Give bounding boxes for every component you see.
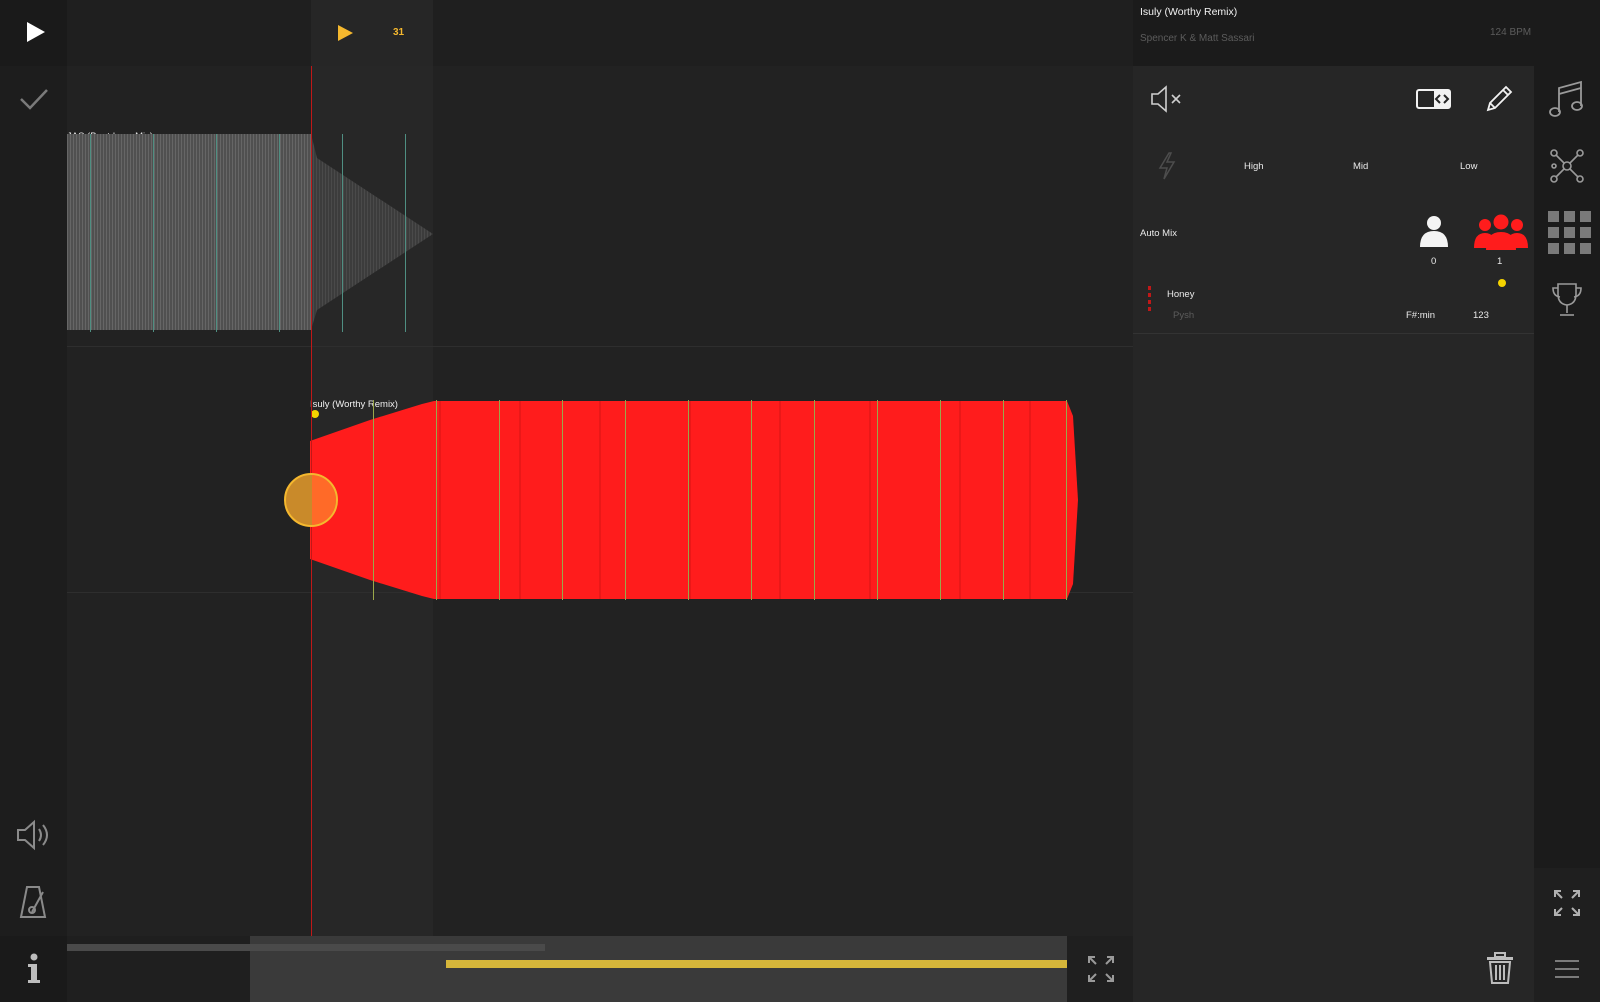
mute-button[interactable] — [1150, 84, 1186, 114]
play-icon — [27, 22, 45, 42]
expand-icon — [1088, 956, 1114, 982]
single-count: 0 — [1431, 256, 1437, 267]
overview-track-grey — [67, 944, 545, 951]
now-playing-title: Isuly (Worthy Remix) — [1140, 6, 1238, 18]
now-playing-bpm: 124 BPM — [1490, 27, 1532, 38]
beat-line — [940, 400, 941, 600]
beat-line — [153, 134, 154, 332]
cue-play-button[interactable] — [335, 23, 355, 43]
queue-key: F#:min — [1406, 310, 1436, 321]
crowd-mode-button[interactable] — [1474, 214, 1528, 250]
info-icon — [28, 953, 40, 983]
mute-icon — [1151, 85, 1181, 113]
eq-low[interactable]: Low — [1460, 161, 1477, 172]
metronome-icon — [19, 886, 47, 918]
crowd-icon — [1474, 214, 1528, 250]
edit-button[interactable] — [1484, 84, 1514, 114]
beat-line — [625, 400, 626, 600]
swap-icon — [1416, 89, 1451, 109]
auto-mix-label: Auto Mix — [1140, 228, 1177, 239]
expand-icon — [1554, 890, 1580, 916]
beat-line — [436, 400, 437, 600]
crowd-indicator — [1498, 279, 1506, 287]
overview-track-yellow — [446, 960, 1067, 968]
beat-line — [814, 400, 815, 600]
beat-line — [499, 400, 500, 600]
metronome-button[interactable] — [18, 884, 48, 920]
swap-button[interactable] — [1416, 88, 1452, 110]
menu-icon — [1555, 960, 1579, 978]
beat-line — [1003, 400, 1004, 600]
track-waveform-red[interactable] — [310, 396, 1085, 604]
queue-artist: Pysh — [1173, 310, 1195, 321]
info-button[interactable] — [24, 952, 44, 986]
eq-high[interactable]: High — [1244, 161, 1264, 172]
trophy-icon — [1552, 283, 1582, 316]
overview-expand-button[interactable] — [1086, 954, 1116, 984]
beat-line — [751, 400, 752, 600]
beat-line — [342, 134, 343, 332]
crossfade-handle[interactable] — [284, 473, 338, 527]
grid-icon — [1548, 211, 1591, 254]
drag-handle[interactable] — [1148, 286, 1151, 314]
beat-line — [877, 400, 878, 600]
eq-mid[interactable]: Mid — [1353, 161, 1368, 172]
timeline-header — [67, 0, 1133, 66]
beat-line — [405, 134, 406, 332]
play-button[interactable] — [20, 18, 48, 46]
trophy-button[interactable] — [1551, 282, 1583, 318]
lane-separator — [67, 346, 1133, 347]
queue-title[interactable]: Honey — [1167, 289, 1194, 300]
trash-icon — [1487, 952, 1513, 984]
crowd-count: 1 — [1497, 256, 1503, 267]
delete-button[interactable] — [1486, 952, 1514, 984]
beat-line — [216, 134, 217, 332]
music-library-button[interactable] — [1549, 80, 1583, 118]
beat-line — [688, 400, 689, 600]
pads-button[interactable] — [1548, 211, 1592, 255]
check-icon — [20, 89, 48, 110]
beat-line — [373, 400, 374, 600]
track-panel — [1133, 0, 1534, 1002]
network-icon — [1550, 149, 1584, 183]
person-icon — [1420, 216, 1448, 247]
beat-line — [1066, 400, 1067, 600]
volume-icon — [17, 819, 48, 851]
network-button[interactable] — [1549, 148, 1585, 184]
queue-divider — [1133, 333, 1534, 334]
beat-line — [279, 134, 280, 332]
beat-line — [90, 134, 91, 332]
pencil-icon — [1486, 85, 1513, 112]
confirm-button[interactable] — [18, 86, 50, 112]
cue-play-icon — [338, 25, 353, 41]
flash-button[interactable] — [1158, 152, 1176, 180]
cue-header — [311, 0, 433, 66]
flash-icon — [1158, 152, 1176, 180]
music-note-icon — [1549, 80, 1583, 117]
volume-button[interactable] — [15, 818, 53, 852]
menu-button[interactable] — [1554, 958, 1580, 980]
track-waveform-grey[interactable] — [67, 132, 437, 334]
queue-bpm: 123 — [1473, 310, 1489, 321]
beat-line — [562, 400, 563, 600]
cue-counter: 31 — [393, 27, 405, 38]
now-playing-artist: Spencer K & Matt Sassari — [1140, 33, 1255, 44]
single-mode-button[interactable] — [1418, 214, 1450, 248]
fullscreen-button[interactable] — [1552, 888, 1582, 918]
